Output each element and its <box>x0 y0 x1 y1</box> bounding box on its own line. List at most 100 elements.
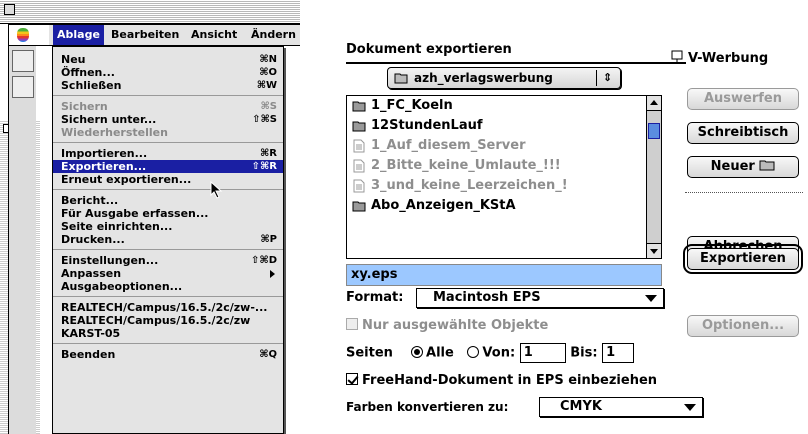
menu-separator <box>53 92 283 100</box>
button-separator <box>685 192 803 193</box>
file-name: 1_FC_Koeln <box>371 98 453 113</box>
menu-item-label: Sichern unter... <box>61 113 157 126</box>
scroll-thumb[interactable] <box>648 123 660 139</box>
menu-item-label: Importieren... <box>61 147 148 160</box>
file-name: 2_Bitte_keine_Umlaute_!!! <box>371 158 561 173</box>
menu-item-label: Schließen <box>61 79 122 92</box>
pages-from-field[interactable]: 1 <box>519 343 566 363</box>
menu-item[interactable]: Bericht... <box>53 194 283 207</box>
menu-item[interactable]: Erneut exportieren... <box>53 173 283 186</box>
menu-item-label: Erneut exportieren... <box>61 173 192 186</box>
menu-item: Sichern ⌘S <box>53 100 283 113</box>
menu-item: Wiederherstellen <box>53 126 283 139</box>
window-title-bar[interactable] <box>0 0 300 24</box>
menu-item-shortcut: ⌘Q <box>259 349 277 360</box>
file-list-item[interactable]: 12StundenLauf <box>347 116 661 136</box>
file-list-scrollbar[interactable] <box>646 96 661 258</box>
menu-item-label: Exportieren... <box>61 160 147 173</box>
menu-item-label: Anpassen <box>61 267 122 280</box>
menu-item[interactable]: Anpassen <box>53 267 283 280</box>
pages-all-label: Alle <box>426 345 454 361</box>
menu-item[interactable]: Einstellungen... ⇧⌘D <box>53 254 283 267</box>
scroll-down-arrow-icon[interactable] <box>647 243 661 258</box>
menu-separator <box>53 186 283 194</box>
selected-only-checkbox[interactable] <box>346 318 358 330</box>
pages-all-radio[interactable] <box>411 345 424 358</box>
menu-item-shortcut: ⌘S <box>260 101 277 112</box>
convert-popup[interactable]: CMYK <box>539 397 703 417</box>
selected-only-option[interactable]: Nur ausgewählte Objekte <box>346 316 548 336</box>
page-tool-icon[interactable] <box>12 50 34 72</box>
new-folder-button[interactable]: Neuer <box>687 156 799 178</box>
menu-item[interactable]: Seite einrichten... <box>53 220 283 233</box>
menu-bearbeiten[interactable]: Bearbeiten <box>107 25 183 45</box>
export-dialog: Dokument exportieren azh_verlagswerbung … <box>332 40 808 434</box>
file-list[interactable]: 1_FC_Koeln 12StundenLauf 1_Auf_diesem_Serv… <box>346 95 662 259</box>
apple-logo-icon <box>17 28 29 42</box>
close-box-icon[interactable] <box>4 4 15 15</box>
menu-item[interactable]: REALTECH/Campus/16.5./2c/zw-... <box>53 301 283 314</box>
file-list-item[interactable]: 1_FC_Koeln <box>347 96 661 116</box>
format-popup[interactable]: Macintosh EPS <box>416 288 664 308</box>
popup-arrows-icon: ⇕ <box>596 70 618 86</box>
menu-item-label: Wiederherstellen <box>61 126 168 139</box>
menu-separator <box>53 246 283 254</box>
document-icon <box>353 159 365 173</box>
menu-ansicht[interactable]: Ansicht <box>187 25 241 45</box>
pages-to-label: Bis: <box>570 345 598 361</box>
menu-ablage[interactable]: Ablage <box>53 25 104 45</box>
folder-popup[interactable]: azh_verlagswerbung ⇕ <box>387 67 621 89</box>
options-button[interactable]: Optionen... <box>687 315 799 337</box>
menu-item[interactable]: REALTECH/Campus/16.5./2c/zw <box>53 314 283 327</box>
pages-from-radio[interactable] <box>467 345 480 358</box>
file-list-item[interactable]: Abo_Anzeigen_KStA <box>347 196 661 216</box>
include-doc-checkbox[interactable] <box>346 373 358 385</box>
menu-item[interactable]: Für Ausgabe erfassen... <box>53 207 283 220</box>
menu-item[interactable]: Neu ⌘N <box>53 53 283 66</box>
eject-button[interactable]: Auswerfen <box>687 88 799 110</box>
dropdown-triangle-icon <box>684 404 696 411</box>
filename-field[interactable]: xy.eps <box>346 264 662 286</box>
convert-label: Farben konvertieren zu: <box>346 400 509 414</box>
menu-item-label: REALTECH/Campus/16.5./2c/zw <box>61 314 251 327</box>
menu-item-label: Einstellungen... <box>61 254 159 267</box>
menu-item[interactable]: Importieren... ⌘R <box>53 147 283 160</box>
pages-label: Seiten <box>346 345 393 361</box>
application-window: Ablage Bearbeiten Ansicht Ändern Neu ⌘N Öf… <box>0 0 300 434</box>
folder-icon <box>394 73 408 84</box>
menu-separator <box>53 139 283 147</box>
include-doc-option[interactable]: FreeHand-Dokument in EPS einbeziehen <box>346 371 657 391</box>
menu-item[interactable]: Beenden ⌘Q <box>53 348 283 361</box>
title-rule <box>346 62 686 64</box>
pages-to-field[interactable]: 1 <box>602 343 635 363</box>
export-button[interactable]: Exportieren <box>683 244 803 274</box>
menu-item-label: Für Ausgabe erfassen... <box>61 207 209 220</box>
ablage-menu-dropdown: Neu ⌘N Öffnen... ⌘O Schließen ⌘W Sichern ⌘S Sich… <box>52 46 284 434</box>
menu-item[interactable]: Sichern unter... ⇧⌘S <box>53 113 283 126</box>
menu-item-label: Bericht... <box>61 194 119 207</box>
scroll-up-arrow-icon[interactable] <box>647 96 661 111</box>
menu-item-label: Sichern <box>61 100 108 113</box>
menu-item-shortcut: ⌘N <box>259 54 277 65</box>
menu-item[interactable]: Öffnen... ⌘O <box>53 66 283 79</box>
menu-item-label: Öffnen... <box>61 66 115 79</box>
pointer-tool-icon[interactable] <box>12 76 34 98</box>
menu-aendern[interactable]: Ändern <box>247 25 300 45</box>
menu-item[interactable]: Schließen ⌘W <box>53 79 283 92</box>
menu-item[interactable]: Ausgabeoptionen... <box>53 280 283 293</box>
menu-item[interactable]: KARST-05 <box>53 327 283 340</box>
menu-item[interactable]: Drucken... ⌘P <box>53 233 283 246</box>
menu-item[interactable]: Exportieren... ⇧⌘R <box>53 160 283 173</box>
dialog-title: Dokument exportieren <box>346 42 512 57</box>
menu-separator <box>53 293 283 301</box>
apple-menu[interactable] <box>9 25 49 45</box>
format-value: Macintosh EPS <box>433 290 541 305</box>
toolbox <box>8 46 36 434</box>
convert-value: CMYK <box>560 399 602 414</box>
folder-popup-label: azh_verlagswerbung <box>414 71 553 85</box>
menu-item-shortcut: ⌘O <box>259 67 277 78</box>
desktop-button[interactable]: Schreibtisch <box>687 122 799 144</box>
mouse-pointer-icon <box>210 181 223 199</box>
volume-name: V-Werbung <box>670 50 768 66</box>
folder-icon <box>352 101 366 112</box>
